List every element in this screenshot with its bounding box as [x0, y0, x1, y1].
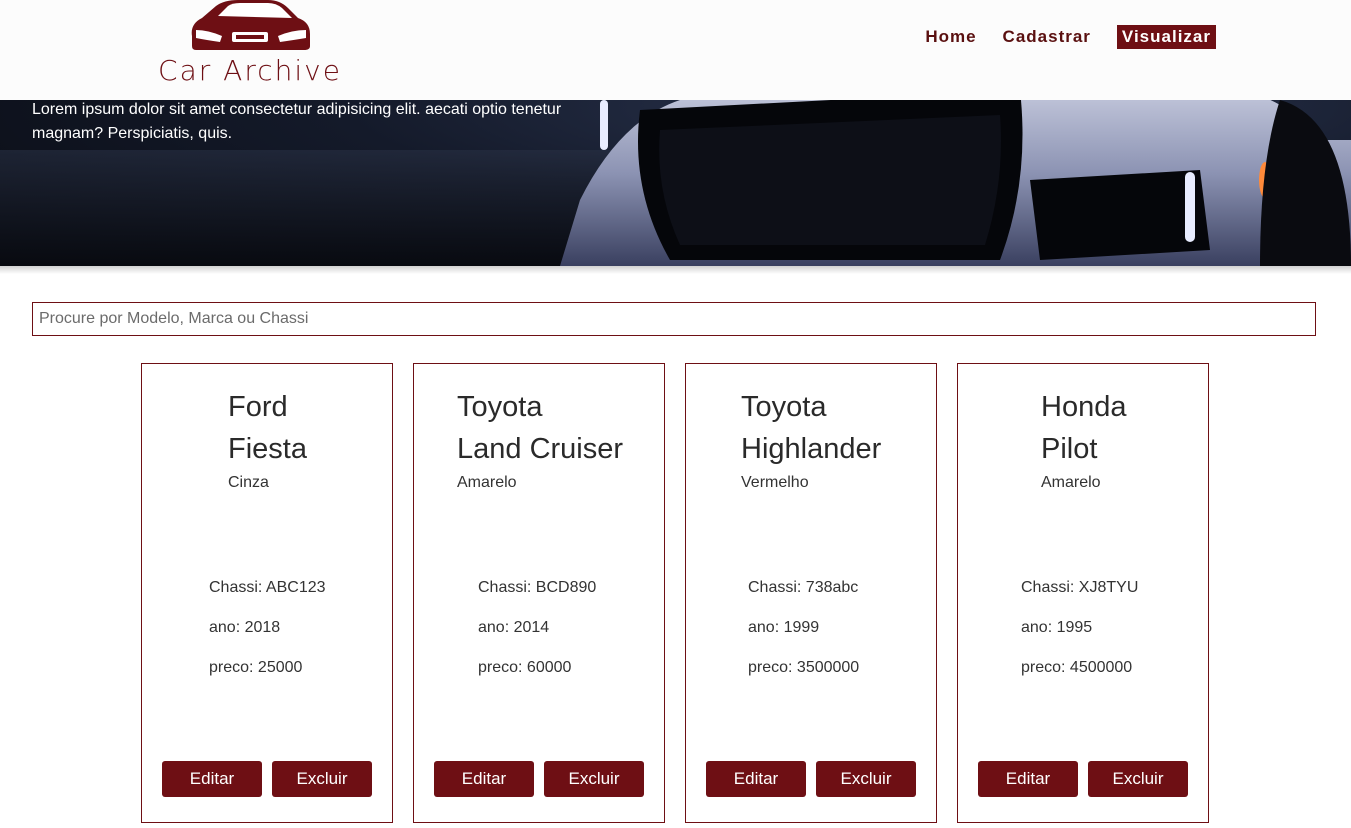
edit-button[interactable]: Editar	[434, 761, 534, 797]
car-model: Pilot	[1041, 433, 1098, 465]
car-card: Honda Pilot Amarelo Chassi: XJ8TYU ano: …	[957, 363, 1209, 823]
car-model: Highlander	[741, 433, 882, 465]
car-card: Toyota Highlander Vermelho Chassi: 738ab…	[685, 363, 937, 823]
car-price: preco: 60000	[478, 659, 572, 676]
car-info: Chassi: XJ8TYU ano: 1995 preco: 4500000	[1021, 568, 1138, 688]
edit-button[interactable]: Editar	[162, 761, 262, 797]
car-year: ano: 1999	[748, 619, 820, 636]
car-color: Vermelho	[741, 474, 809, 491]
delete-button[interactable]: Excluir	[816, 761, 916, 797]
car-price: preco: 25000	[209, 659, 303, 676]
car-price: preco: 4500000	[1021, 659, 1133, 676]
car-color: Amarelo	[457, 474, 517, 491]
hero-text: Lorem ipsum dolor sit amet consectetur a…	[32, 101, 562, 142]
main-nav: Home Cadastrar Visualizar	[925, 25, 1216, 49]
brand-logo[interactable]: Car Archive	[150, 0, 350, 100]
car-brand: Honda	[1041, 391, 1127, 423]
delete-button[interactable]: Excluir	[1088, 761, 1188, 797]
car-info: Chassi: BCD890 ano: 2014 preco: 60000	[478, 568, 596, 688]
car-price: preco: 3500000	[748, 659, 860, 676]
edit-button[interactable]: Editar	[706, 761, 806, 797]
brand-name: Car Archive	[158, 54, 342, 87]
car-title: Toyota Highlander	[741, 386, 881, 470]
car-chassi: Chassi: 738abc	[748, 579, 859, 596]
car-year: ano: 2018	[209, 619, 281, 636]
car-title: Ford Fiesta	[228, 386, 307, 470]
car-model: Land Cruiser	[457, 433, 624, 465]
car-front-icon	[191, 0, 310, 50]
delete-button[interactable]: Excluir	[272, 761, 372, 797]
car-title: Honda Pilot	[1041, 386, 1126, 470]
car-chassi: Chassi: ABC123	[209, 579, 326, 596]
delete-button[interactable]: Excluir	[544, 761, 644, 797]
nav-visualizar[interactable]: Visualizar	[1116, 25, 1216, 49]
car-info: Chassi: ABC123 ano: 2018 preco: 25000	[209, 568, 326, 688]
nav-home[interactable]: Home	[925, 27, 976, 47]
car-chassi: Chassi: BCD890	[478, 579, 597, 596]
edit-button[interactable]: Editar	[978, 761, 1078, 797]
car-year: ano: 1995	[1021, 619, 1093, 636]
car-card: Toyota Land Cruiser Amarelo Chassi: BCD8…	[413, 363, 665, 823]
car-brand: Ford	[228, 391, 288, 423]
car-card: Ford Fiesta Cinza Chassi: ABC123 ano: 20…	[141, 363, 393, 823]
hero-shadow	[0, 266, 1351, 274]
site-header: Car Archive Home Cadastrar Visualizar	[0, 0, 1351, 100]
search-box	[32, 302, 1316, 336]
car-color: Amarelo	[1041, 474, 1101, 491]
car-info: Chassi: 738abc ano: 1999 preco: 3500000	[748, 568, 859, 688]
car-color: Cinza	[228, 474, 269, 491]
search-input[interactable]	[33, 303, 1315, 335]
car-model: Fiesta	[228, 433, 307, 465]
car-chassi: Chassi: XJ8TYU	[1021, 579, 1139, 596]
car-title: Toyota Land Cruiser	[457, 386, 623, 470]
car-brand: Toyota	[457, 391, 543, 423]
car-year: ano: 2014	[478, 619, 550, 636]
car-brand: Toyota	[741, 391, 827, 423]
nav-cadastrar[interactable]: Cadastrar	[1003, 27, 1091, 47]
